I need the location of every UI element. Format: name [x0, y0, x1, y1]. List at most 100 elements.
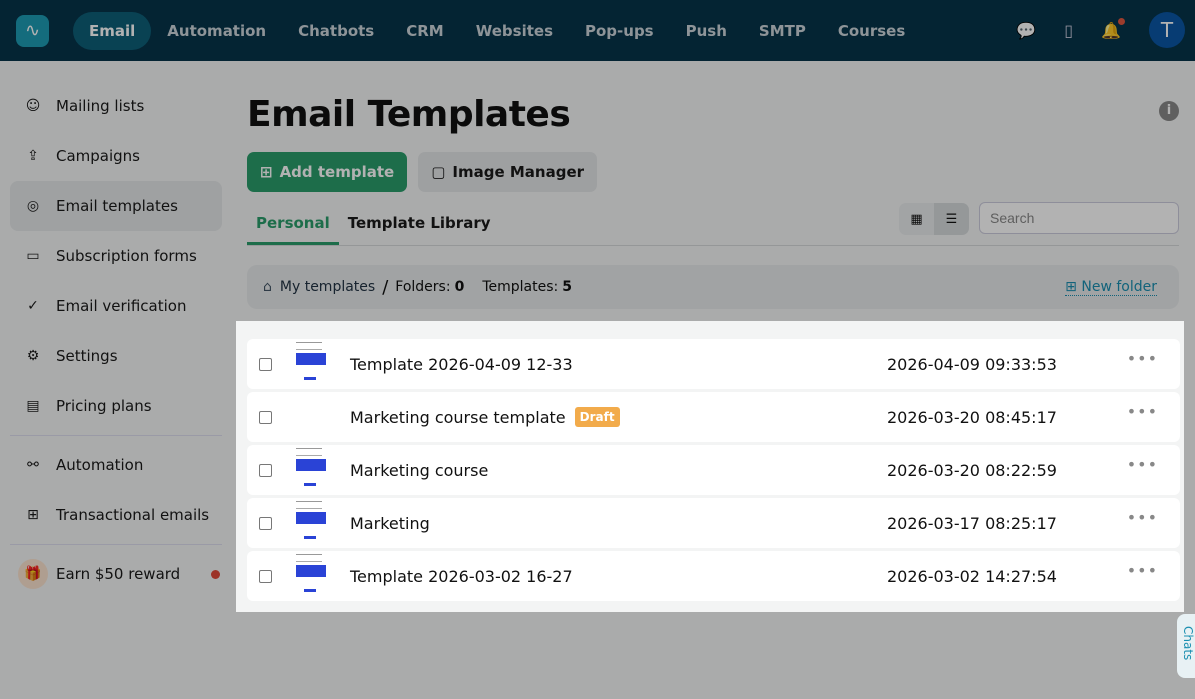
template-date: 2026-03-20 08:22:59 [887, 460, 1057, 480]
nav-email[interactable]: Email [73, 11, 152, 50]
divider [10, 544, 222, 545]
template-thumbnail[interactable] [294, 498, 328, 548]
sidebar-item-label: Pricing plans [56, 397, 152, 415]
add-template-label: Add template [279, 163, 395, 181]
sidebar-item-mailing-lists[interactable]: ☺ Mailing lists [10, 81, 222, 131]
chat-icon[interactable]: 💬 [1016, 21, 1036, 40]
nav-chatbots[interactable]: Chatbots [282, 12, 390, 50]
breadcrumb-home[interactable]: My templates [280, 279, 375, 295]
search-input[interactable]: Search [979, 202, 1179, 234]
sidebar-item-pricing-plans[interactable]: ▤ Pricing plans [10, 381, 222, 431]
sidebar-item-email-verification[interactable]: ✓ Email verification [10, 281, 222, 331]
nav-courses[interactable]: Courses [822, 12, 921, 50]
file-icon: ▢ [431, 163, 446, 181]
template-thumbnail[interactable] [294, 392, 328, 442]
logo-icon[interactable]: ∿ [16, 14, 49, 47]
folders-label: Folders: [395, 279, 451, 295]
more-options-icon[interactable]: ••• [1127, 508, 1158, 527]
mobile-icon[interactable]: ▯ [1064, 21, 1073, 40]
sidebar-icon: ⇪ [27, 148, 39, 164]
template-name[interactable]: Template 2026-04-09 12-33 [350, 355, 573, 374]
row-checkbox[interactable] [259, 516, 272, 530]
avatar[interactable]: T [1149, 12, 1185, 48]
status-badge: Draft [574, 407, 620, 427]
add-template-button[interactable]: ⊞ Add template [247, 152, 408, 192]
template-name[interactable]: Marketing course template [350, 408, 566, 427]
nav-crm[interactable]: CRM [390, 12, 460, 50]
row-checkbox[interactable] [259, 463, 272, 477]
table-row[interactable]: Template 2026-04-09 12-33 2026-04-09 09:… [247, 339, 1180, 389]
tab-template-library[interactable]: Template Library [339, 205, 500, 245]
info-icon[interactable]: i [1159, 101, 1179, 121]
template-name[interactable]: Marketing course [350, 461, 488, 480]
sidebar-item-email-templates[interactable]: ◎ Email templates [10, 181, 222, 231]
template-name[interactable]: Template 2026-03-02 16-27 [350, 567, 573, 586]
sidebar-icon: ✓ [27, 298, 39, 314]
grid-view-icon[interactable]: ▦ [899, 203, 934, 235]
template-thumbnail[interactable] [294, 339, 328, 389]
home-icon[interactable]: ⌂ [263, 279, 272, 295]
nav-pop-ups[interactable]: Pop-ups [569, 12, 670, 50]
sidebar-item-settings[interactable]: ⚙ Settings [10, 331, 222, 381]
list-view-icon[interactable]: ☰ [934, 203, 969, 235]
templates-label: Templates: [482, 279, 559, 295]
row-checkbox[interactable] [259, 357, 272, 371]
table-row[interactable]: Marketing 2026-03-17 08:25:17 ••• [247, 498, 1180, 548]
row-checkbox[interactable] [259, 569, 272, 583]
template-name[interactable]: Marketing [350, 514, 430, 533]
chats-tab[interactable]: Chats [1177, 614, 1195, 678]
sidebar-item-label: Settings [56, 347, 118, 365]
sidebar: ☺ Mailing lists ⇪ Campaigns ◎ Email templates… [0, 61, 232, 699]
page-title: Email Templates [247, 94, 571, 135]
sidebar-item-automation[interactable]: ⚯ Automation [10, 440, 222, 490]
more-options-icon[interactable]: ••• [1127, 561, 1158, 580]
template-thumbnail[interactable] [294, 445, 328, 495]
more-options-icon[interactable]: ••• [1127, 402, 1158, 421]
sidebar-item-label: Email templates [56, 197, 178, 215]
sidebar-item-label: Mailing lists [56, 97, 145, 115]
breadcrumb: ⌂ My templates / Folders: 0 Templates: 5 ⊞… [247, 265, 1179, 309]
sidebar-item-label: Email verification [56, 297, 187, 315]
template-date: 2026-03-17 08:25:17 [887, 513, 1057, 533]
sidebar-item-label: Automation [56, 456, 144, 474]
image-manager-button[interactable]: ▢ Image Manager [418, 152, 598, 192]
table-row[interactable]: Template 2026-03-02 16-27 2026-03-02 14:… [247, 551, 1180, 601]
sidebar-item-label: Transactional emails [56, 506, 210, 524]
sidebar-icon: ⚯ [27, 457, 39, 473]
sidebar-item-transactional-emails[interactable]: ⊞ Transactional emails [10, 490, 222, 540]
nav-smtp[interactable]: SMTP [743, 12, 822, 50]
table-row[interactable]: Marketing course template Draft 2026-03-… [247, 392, 1180, 442]
sidebar-item-reward[interactable]: 🎁 Earn $50 reward [10, 549, 222, 599]
templates-count: 5 [562, 279, 572, 295]
new-folder-label: New folder [1081, 278, 1157, 295]
table-row[interactable]: Marketing course 2026-03-20 08:22:59 ••• [247, 445, 1180, 495]
template-date: 2026-03-02 14:27:54 [887, 566, 1057, 586]
new-folder-link[interactable]: ⊞ New folder [1065, 279, 1157, 296]
sidebar-item-label: Campaigns [56, 147, 141, 165]
template-list: Template 2026-04-09 12-33 2026-04-09 09:… [236, 321, 1184, 612]
divider [10, 435, 222, 436]
add-icon: ⊞ [260, 163, 273, 181]
nav-push[interactable]: Push [670, 12, 743, 50]
template-thumbnail[interactable] [294, 551, 328, 601]
tab-personal[interactable]: Personal [247, 205, 339, 245]
more-options-icon[interactable]: ••• [1127, 349, 1158, 368]
sidebar-item-subscription-forms[interactable]: ▭ Subscription forms [10, 231, 222, 281]
sidebar-item-label: Subscription forms [56, 247, 197, 265]
folder-plus-icon: ⊞ [1065, 278, 1082, 295]
sidebar-icon: ▭ [26, 248, 40, 264]
sidebar-icon: ☺ [25, 98, 41, 114]
reward-label: Earn $50 reward [56, 565, 181, 583]
nav-websites[interactable]: Websites [460, 12, 569, 50]
template-date: 2026-03-20 08:45:17 [887, 407, 1057, 427]
notification-dot [211, 569, 220, 579]
template-date: 2026-04-09 09:33:53 [887, 354, 1057, 374]
sidebar-icon: ▤ [26, 398, 40, 414]
row-checkbox[interactable] [259, 410, 272, 424]
sidebar-icon: ⚙ [26, 348, 40, 364]
image-manager-label: Image Manager [452, 163, 585, 181]
bell-icon[interactable]: 🔔 [1101, 17, 1125, 40]
sidebar-item-campaigns[interactable]: ⇪ Campaigns [10, 131, 222, 181]
more-options-icon[interactable]: ••• [1127, 455, 1158, 474]
nav-automation[interactable]: Automation [151, 12, 282, 50]
